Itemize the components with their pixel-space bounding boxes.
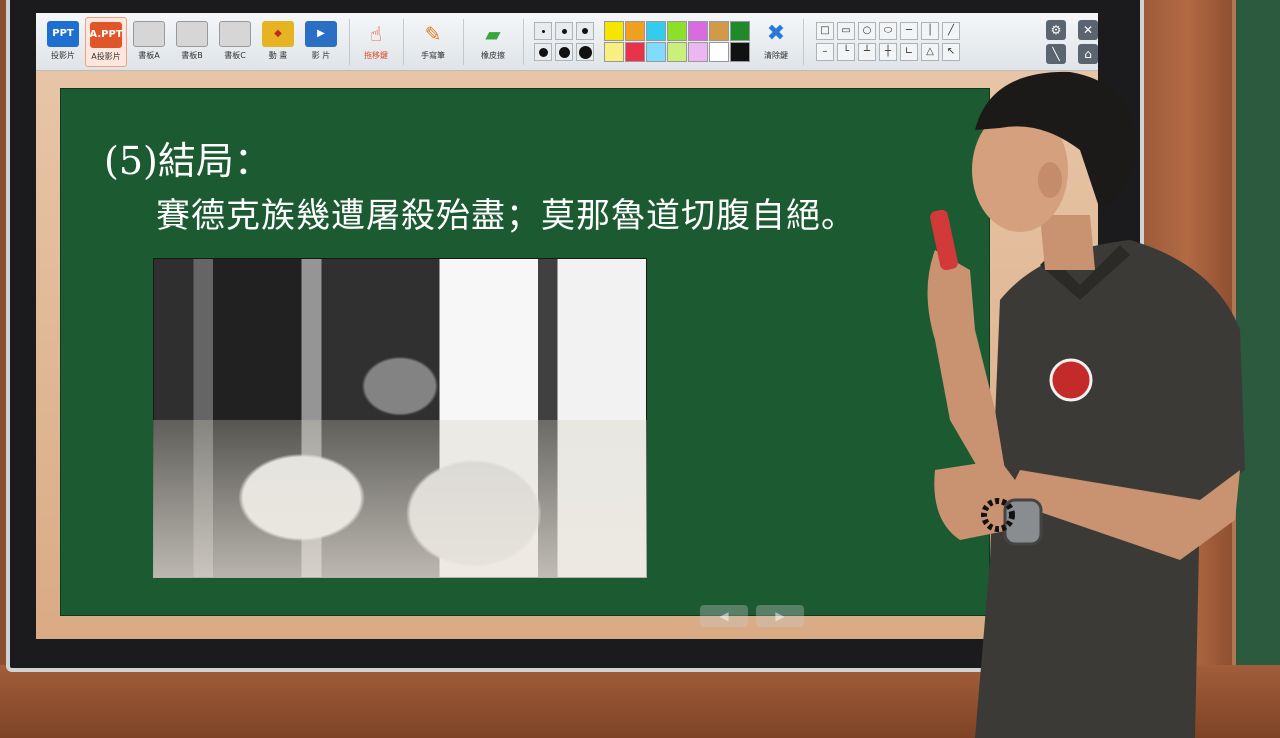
tool-label: 投影片 [51,50,75,60]
pen-icon: ✎ [424,21,442,46]
tool-label: A投影片 [91,51,121,61]
color-swatch[interactable] [688,21,708,41]
board-b-icon [176,20,208,47]
tool-label: 拖移鍵 [364,50,388,60]
brush-size-picker [534,22,594,61]
dash-icon[interactable]: – [816,43,834,61]
brush-size-1[interactable] [534,22,552,40]
video-icon: ▶ [305,20,337,47]
board-a-icon [133,20,165,47]
tool-a-ppt[interactable]: A.PPT A投影片 [85,16,127,67]
tool-clear[interactable]: ✖ 清除鍵 [756,17,796,67]
color-swatch[interactable] [625,21,645,41]
tool-label: 影 片 [311,50,331,60]
toolbar-divider [349,18,350,65]
line-diagonal-icon[interactable]: ╱ [942,22,960,40]
clear-x-icon: ✖ [766,21,786,46]
color-swatch[interactable] [709,21,729,41]
color-swatch[interactable] [667,21,687,41]
eraser-icon: ▰ [485,21,501,46]
color-swatch[interactable] [709,42,729,62]
tool-label: 手寫筆 [421,50,445,60]
corner-icon[interactable]: └ [837,43,855,61]
brush-size-2[interactable] [555,22,573,40]
color-swatch[interactable] [604,42,624,62]
color-swatch[interactable] [730,21,750,41]
side-chalkboard [1232,0,1280,665]
tool-pen[interactable]: ✎ 手寫筆 [410,17,456,67]
shape-tools: □ ▭ ○ ⬭ ─ │ ╱ – └ ┴ ┼ ∟ △ ↖ [816,22,960,61]
color-swatch[interactable] [730,42,750,62]
tool-eraser[interactable]: ▰ 橡皮擦 [470,17,516,67]
animation-icon: ◆ [262,20,294,47]
tool-label: 書板C [224,50,246,60]
toolbar-divider [523,18,524,65]
tool-animation[interactable]: ◆ 動 畫 [257,17,299,67]
tool-pointer[interactable]: ☝ 拖移鍵 [356,17,396,67]
color-swatch[interactable] [646,21,666,41]
brush-size-6[interactable] [576,43,594,61]
tool-label: 動 畫 [268,50,288,60]
color-swatch[interactable] [667,42,687,62]
toolbar-divider [463,18,464,65]
window-controls: ⚙ ✕ ╲ ⌂ [1046,20,1098,64]
tool-label: 清除鍵 [764,50,788,60]
brush-size-5[interactable] [555,43,573,61]
color-swatch[interactable] [688,42,708,62]
rounded-rect-icon[interactable]: ▭ [837,22,855,40]
whiteboard-toolbar: PPT 投影片 A.PPT A投影片 書板A 書板B 書板C ◆ 動 畫 ▶ 影… [36,13,1098,71]
rectangle-icon[interactable]: □ [816,22,834,40]
line-vertical-icon[interactable]: │ [921,22,939,40]
line-horizontal-icon[interactable]: ─ [900,22,918,40]
tool-video[interactable]: ▶ 影 片 [300,17,342,67]
ellipse-icon[interactable]: ⬭ [879,22,897,40]
color-palette [604,21,750,62]
t-icon[interactable]: ┴ [858,43,876,61]
home-icon[interactable]: ⌂ [1078,44,1098,64]
close-icon[interactable]: ✕ [1078,20,1098,40]
board-c-icon [219,20,251,47]
cross-icon[interactable]: ┼ [879,43,897,61]
brush-size-4[interactable] [534,43,552,61]
toolbar-divider [803,18,804,65]
ppt-icon: PPT [47,20,79,47]
tool-label: 書板A [138,50,160,60]
next-slide-button[interactable]: ▶ [756,605,804,627]
tool-board-a[interactable]: 書板A [128,17,170,67]
prev-slide-button[interactable]: ◀ [700,605,748,627]
tool-board-b[interactable]: 書板B [171,17,213,67]
color-swatch[interactable] [604,21,624,41]
circle-icon[interactable]: ○ [858,22,876,40]
triangle-icon[interactable]: △ [921,43,939,61]
slide-text: 賽德克族幾遭屠殺殆盡；莫那魯道切腹自絕。 [156,196,856,236]
arrow-cursor-icon[interactable]: ↖ [942,43,960,61]
color-swatch[interactable] [646,42,666,62]
color-swatch[interactable] [625,42,645,62]
a-ppt-icon: A.PPT [89,21,123,48]
board-ledge [0,665,1280,738]
tool-label: 書板B [181,50,203,60]
slide-title: (5)結局： [104,139,272,183]
settings-icon[interactable]: ⚙ [1046,20,1066,40]
wood-pillar [1142,0,1232,738]
tool-board-c[interactable]: 書板C [214,17,256,67]
tool-label: 橡皮擦 [481,50,505,60]
photo-detail [153,420,647,578]
pen-tool-icon[interactable]: ╲ [1046,44,1066,64]
brush-size-3[interactable] [576,22,594,40]
tool-ppt[interactable]: PPT 投影片 [42,17,84,67]
hand-icon: ☝ [369,21,383,46]
toolbar-divider [403,18,404,65]
angle-icon[interactable]: ∟ [900,43,918,61]
slide-navigation: ◀ ▶ [700,605,810,627]
